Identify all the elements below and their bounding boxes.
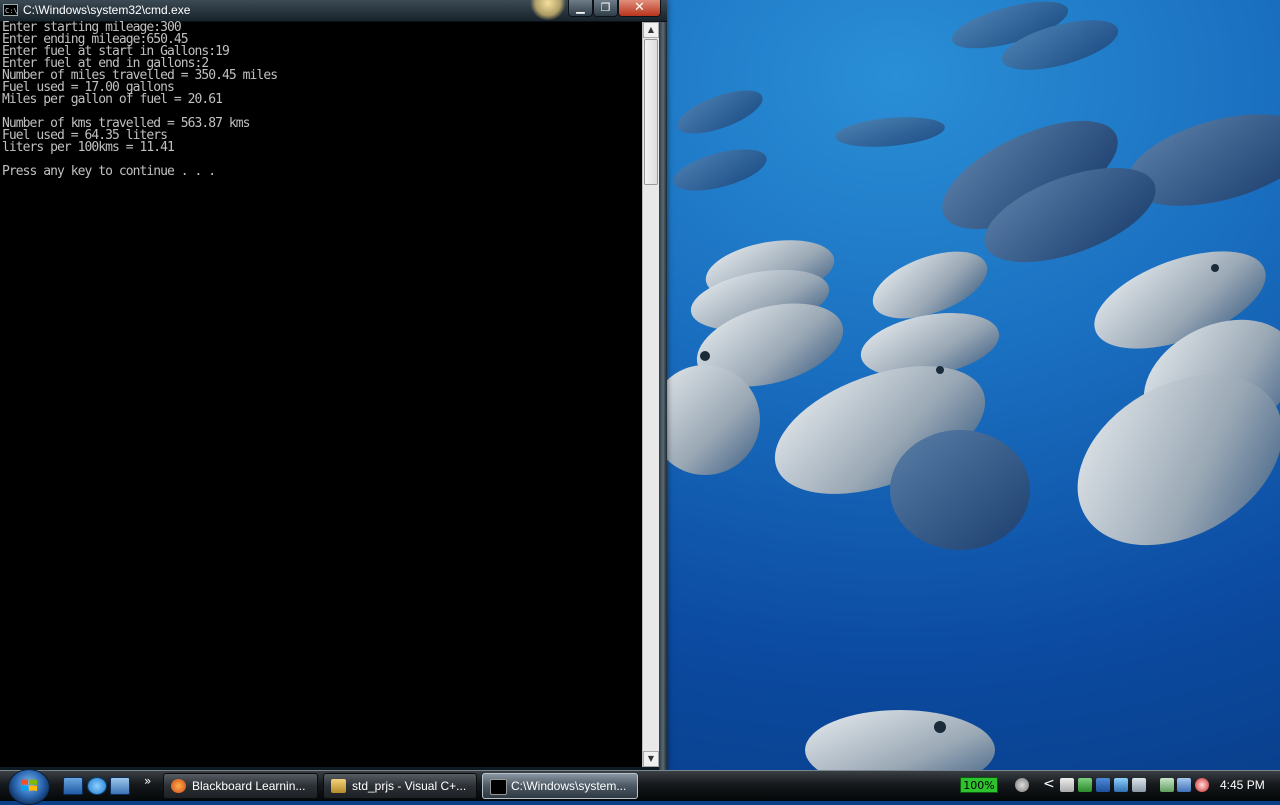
window-frame-right[interactable] — [659, 22, 667, 770]
internet-explorer-icon[interactable] — [87, 777, 107, 795]
cmd-icon — [490, 779, 507, 795]
close-button[interactable]: ✕ — [618, 0, 661, 17]
power-icon[interactable] — [1160, 778, 1174, 792]
console-output-text: Enter starting mileage:300 Enter ending m… — [2, 21, 278, 179]
taskbar-item-label: C:\Windows\system... — [511, 779, 627, 793]
system-tray: 100% < 4:45 PM — [955, 771, 1280, 801]
scrollbar-thumb[interactable] — [644, 39, 658, 185]
sync-icon[interactable] — [1015, 778, 1029, 792]
taskbar-item-cmd[interactable]: C:\Windows\system... — [482, 773, 638, 799]
bluetooth-icon[interactable] — [1096, 778, 1110, 792]
console-line: Miles per gallon of fuel = 20.61 — [2, 92, 223, 107]
quicklaunch-more-chevron-icon[interactable]: » — [144, 774, 151, 788]
window-titlebar[interactable]: C:\ C:\Windows\system32\cmd.exe ▁ ❐ ✕ — [0, 0, 667, 22]
clock[interactable]: 4:45 PM — [1220, 778, 1265, 792]
scroll-down-icon[interactable]: ▼ — [643, 751, 659, 767]
console-line: liters per 100kms = 11.41 — [2, 140, 175, 155]
document-icon[interactable] — [1060, 778, 1074, 792]
cmd-icon[interactable]: C:\ — [3, 4, 18, 16]
visual-studio-icon — [331, 779, 346, 793]
window-title: C:\Windows\system32\cmd.exe — [23, 3, 191, 17]
console-line: Press any key to continue . . . — [2, 164, 216, 179]
battery-indicator[interactable]: 100% — [960, 777, 998, 793]
display-icon[interactable] — [1132, 778, 1146, 792]
firefox-icon — [171, 779, 186, 793]
switch-windows-icon[interactable] — [110, 777, 130, 795]
vertical-scrollbar[interactable]: ▲ ▼ — [642, 22, 659, 767]
network-icon[interactable] — [1177, 778, 1191, 792]
monitor-icon[interactable] — [1114, 778, 1128, 792]
scroll-up-icon[interactable]: ▲ — [643, 22, 659, 38]
console-output-area[interactable]: Enter starting mileage:300 Enter ending m… — [0, 21, 642, 767]
show-desktop-icon[interactable] — [63, 777, 83, 795]
maximize-button[interactable]: ❐ — [593, 0, 618, 17]
windows-logo-icon — [20, 778, 38, 794]
console-window[interactable]: C:\ C:\Windows\system32\cmd.exe ▁ ❐ ✕ En… — [0, 0, 667, 770]
taskbar: » Blackboard Learnin... std_prjs - Visua… — [0, 769, 1280, 805]
taskbar-item-blackboard[interactable]: Blackboard Learnin... — [163, 773, 318, 799]
network-signal-icon[interactable] — [1078, 778, 1092, 792]
show-hidden-icons-chevron-icon[interactable]: < — [1043, 776, 1055, 792]
taskbar-item-label: std_prjs - Visual C+... — [352, 779, 467, 793]
minimize-button[interactable]: ▁ — [568, 0, 593, 17]
taskbar-item-label: Blackboard Learnin... — [192, 779, 306, 793]
taskbar-item-visual-studio[interactable]: std_prjs - Visual C+... — [323, 773, 477, 799]
volume-muted-icon[interactable] — [1195, 778, 1209, 792]
cursor-highlight — [530, 0, 566, 20]
